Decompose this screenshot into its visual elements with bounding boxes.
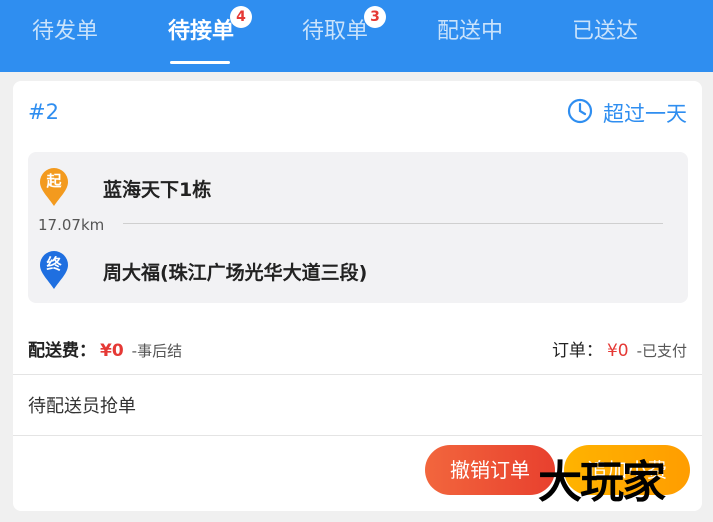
delivery-fee-label: 配送费： [28, 341, 96, 361]
delivery-fee-note: -事后结 [131, 342, 183, 360]
divider [13, 435, 702, 436]
order-amount: 订单： ¥0 -已支付 [552, 336, 687, 361]
order-number: #2 [28, 100, 59, 124]
order-amount-label: 订单： [551, 341, 603, 361]
watermark-logo: 大玩家 [538, 457, 666, 508]
pickup-address: 蓝海天下1栋 [103, 179, 212, 201]
dropoff-address: 周大福(珠江广场光华大道三段) [103, 262, 368, 284]
order-status: 待配送员抢单 [28, 396, 136, 417]
status-tab-bar: 待发单 待接单 4 待取单 3 配送中 已送达 [0, 0, 713, 72]
order-payment-note: -已支付 [636, 342, 687, 360]
tab-pending-pickup[interactable]: 待取单 [302, 0, 368, 72]
route-distance: 17.07km [38, 216, 105, 234]
tab-delivered[interactable]: 已送达 [572, 0, 638, 72]
tab-pending-dispatch[interactable]: 待发单 [32, 0, 98, 72]
end-marker-text: 终 [46, 255, 62, 273]
active-tab-indicator [170, 61, 230, 64]
clock-icon [567, 98, 593, 128]
start-pin-icon: 起 [38, 167, 70, 207]
order-time: 超过一天 [567, 98, 687, 128]
route-panel: 起 蓝海天下1栋 17.07km 终 周大福(珠江广场光华大道三段) [28, 152, 688, 303]
cancel-order-button[interactable]: 撤销订单 [425, 445, 555, 495]
tab-delivering[interactable]: 配送中 [437, 0, 503, 72]
pending-accept-count-badge: 4 [230, 6, 252, 28]
order-amount-value: ¥0 [606, 341, 629, 361]
pending-pickup-count-badge: 3 [364, 6, 386, 28]
start-marker-text: 起 [46, 172, 62, 190]
end-pin-icon: 终 [38, 250, 70, 290]
delivery-fee: 配送费： ¥0 -事后结 [28, 336, 182, 361]
route-divider [123, 223, 663, 224]
order-age-label: 超过一天 [603, 102, 687, 126]
divider [13, 374, 702, 375]
fee-row: 配送费： ¥0 -事后结 订单： ¥0 -已支付 [28, 336, 687, 362]
delivery-fee-value: ¥0 [100, 341, 124, 361]
